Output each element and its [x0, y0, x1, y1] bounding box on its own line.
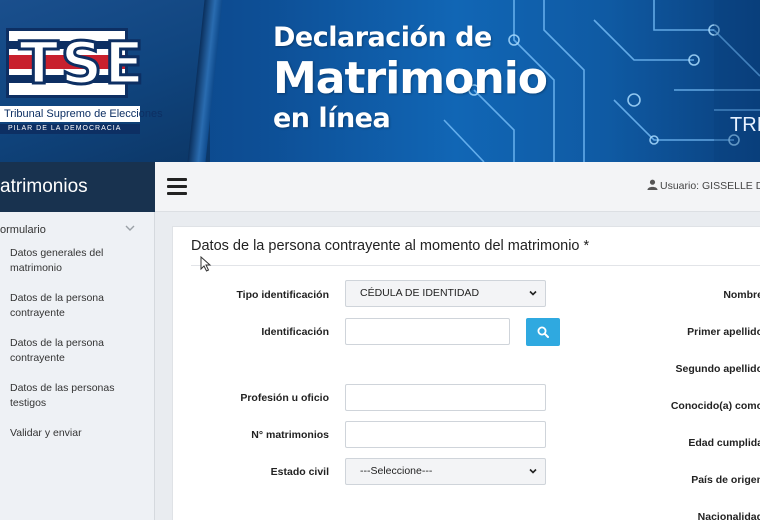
estado-civil-select[interactable]: ---Seleccione---: [345, 458, 546, 485]
sidebar-item-testigos[interactable]: Datos de las personas testigos: [10, 381, 120, 411]
chevron-down-icon[interactable]: [125, 224, 137, 236]
profesion-label: Profesión u oficio: [240, 392, 329, 404]
logo-letters: TSE: [18, 29, 146, 97]
banner-title-line-2: Matrimonio: [273, 53, 548, 104]
identificacion-label: Identificación: [261, 326, 329, 338]
hamburger-menu-icon[interactable]: [167, 178, 187, 196]
estado-civil-label: Estado civil: [270, 466, 329, 478]
logo-motto: PILAR DE LA DEMOCRACIA: [0, 124, 140, 134]
chevron-down-icon: [529, 290, 537, 296]
tse-logo-emblem: TSE: [6, 28, 145, 98]
pais-origen-label: País de origen: [691, 474, 760, 486]
estado-civil-value: ---Seleccione---: [360, 465, 433, 477]
matrimonios-label: N° matrimonios: [251, 429, 329, 441]
nacionalidad-label: Nacionalidad: [697, 511, 760, 520]
identificacion-input[interactable]: [345, 318, 510, 345]
tipo-identificacion-label: Tipo identificación: [236, 289, 329, 301]
banner-right-text: TRI: [730, 114, 760, 136]
user-label: Usuario: GISSELLE D: [660, 180, 760, 192]
user-info[interactable]: Usuario: GISSELLE D: [647, 179, 760, 192]
header-banner: TSE Tribunal Supremo de Elecciones PILAR…: [0, 0, 760, 162]
edad-cumplida-label: Edad cumplida: [688, 437, 760, 449]
banner-title: Declaración de Matrimonio en línea: [273, 22, 548, 134]
sidebar-item-validar-enviar[interactable]: Validar y enviar: [10, 426, 120, 441]
tipo-identificacion-select[interactable]: CÉDULA DE IDENTIDAD: [345, 280, 546, 307]
banner-title-line-1: Declaración de: [273, 22, 492, 53]
sidebar: ormulario Datos generales del matrimonio…: [0, 212, 155, 520]
title-divider: [191, 265, 760, 266]
chevron-down-icon: [529, 468, 537, 474]
sidebar-group-formulario[interactable]: ormulario: [0, 224, 140, 240]
search-button[interactable]: [526, 318, 560, 346]
sidebar-item-persona-contrayente-1[interactable]: Datos de la persona contrayente: [10, 291, 120, 321]
profesion-input[interactable]: [345, 384, 546, 411]
segundo-apellido-label: Segundo apellido: [675, 363, 760, 375]
conocido-como-label: Conocido(a) como: [670, 400, 760, 412]
logo-institution-name: Tribunal Supremo de Elecciones: [0, 106, 163, 122]
tse-logo: TSE Tribunal Supremo de Elecciones PILAR…: [0, 22, 163, 134]
sidebar-item-persona-contrayente-2[interactable]: Datos de la persona contrayente: [10, 336, 120, 366]
nombre-label: Nombre: [723, 289, 760, 301]
form-card: Datos de la persona contrayente al momen…: [172, 226, 760, 520]
matrimonios-input[interactable]: [345, 421, 546, 448]
sidebar-item-datos-generales[interactable]: Datos generales del matrimonio: [10, 246, 120, 276]
user-icon: [647, 179, 658, 190]
form-title: Datos de la persona contrayente al momen…: [191, 238, 590, 254]
primer-apellido-label: Primer apellido: [687, 326, 760, 338]
banner-title-line-3: en línea: [273, 103, 391, 134]
sidebar-header[interactable]: atrimonios: [0, 162, 155, 212]
top-bar: Usuario: GISSELLE D: [155, 162, 760, 212]
mouse-cursor-icon: [200, 256, 212, 272]
tipo-identificacion-value: CÉDULA DE IDENTIDAD: [360, 287, 480, 299]
search-icon: [537, 326, 549, 338]
